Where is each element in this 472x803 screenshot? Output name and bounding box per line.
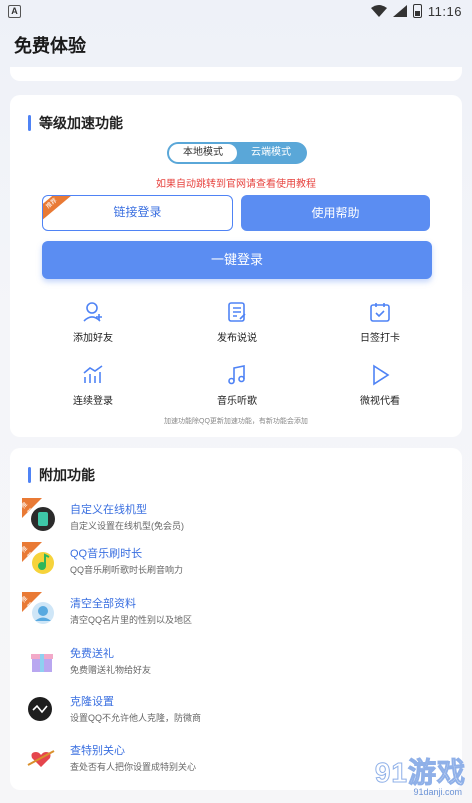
extra-item-custom-model[interactable]: 推荐 自定义在线机型 自定义设置在线机型(免会员) xyxy=(21,498,452,538)
extra-item-free-gift[interactable]: 免费送礼 免费赠送礼物给好友 xyxy=(22,642,452,682)
extra-item-subtitle: 查处否有人把你设置成特别关心 xyxy=(70,762,197,772)
extra-function-card: 附加功能 推荐 自定义在线机型 自定义设置在线机型(免会员) 推荐 QQ音乐刷时… xyxy=(10,448,462,790)
speed-footer-note: 加速功能除QQ更新加速功能，有新功能会添加 xyxy=(164,418,308,425)
video-play-icon xyxy=(373,364,390,386)
daily-checkin-icon xyxy=(370,303,390,322)
recommend-badge: 推荐 xyxy=(21,542,42,562)
recommend-badge: 推荐 xyxy=(21,498,42,518)
grid-item-post-status[interactable]: 发布说说 xyxy=(187,300,287,344)
icon-container: 推荐 xyxy=(21,542,60,580)
grid-item-video[interactable]: 微视代看 xyxy=(330,363,430,407)
site-watermark: 91游戏 91danji.com xyxy=(336,751,466,798)
recommend-badge: 推荐 xyxy=(21,592,42,612)
extra-item-subtitle: 设置QQ不允许他人克隆，防微商 xyxy=(70,713,202,723)
extra-item-subtitle: 免费赠送礼物给好友 xyxy=(70,665,152,675)
grid-item-continuous-login[interactable]: 连续登录 xyxy=(43,363,143,407)
battery-icon xyxy=(412,4,422,18)
icon-container xyxy=(22,739,60,777)
one-click-login-button[interactable]: 一键登录 xyxy=(42,241,432,279)
mode-toggle[interactable]: 本地模式 云端模式 xyxy=(167,142,307,164)
watermark-logo-text: 91游戏 xyxy=(374,757,466,789)
clock: 11:16 xyxy=(427,3,462,19)
app-notification-icon: A xyxy=(8,4,21,18)
local-mode-option[interactable]: 本地模式 xyxy=(169,144,237,162)
grid-label: 添加好友 xyxy=(73,333,113,344)
extra-item-title: 查特别关心 xyxy=(70,745,125,757)
help-button[interactable]: 使用帮助 xyxy=(241,195,430,231)
recommend-ribbon: 推荐 xyxy=(43,196,74,224)
cloud-mode-option[interactable]: 云端模式 xyxy=(237,144,305,162)
status-bar: A 11:16 xyxy=(0,0,472,22)
link-login-button[interactable]: 推荐 链接登录 xyxy=(42,195,233,231)
post-status-icon xyxy=(228,302,246,322)
grid-label: 微视代看 xyxy=(360,396,400,407)
extra-item-subtitle: 清空QQ名片里的性别以及地区 xyxy=(70,615,193,625)
signal-icon xyxy=(392,5,407,17)
music-icon xyxy=(228,365,245,385)
extra-item-title: QQ音乐刷时长 xyxy=(70,548,143,560)
grid-item-add-friend[interactable]: 添加好友 xyxy=(43,300,143,344)
icon-container xyxy=(22,690,60,728)
grid-label: 连续登录 xyxy=(73,396,113,407)
section-accent-bar xyxy=(28,467,31,483)
speed-section-header: 等级加速功能 xyxy=(28,113,123,133)
extra-item-title: 自定义在线机型 xyxy=(70,504,147,516)
grid-label: 音乐听歌 xyxy=(217,396,257,407)
gift-icon xyxy=(31,654,53,672)
icon-container: 推荐 xyxy=(21,498,60,536)
extra-item-subtitle: 自定义设置在线机型(免会员) xyxy=(70,521,184,531)
watermark-url: 91danji.com xyxy=(413,787,462,797)
extra-section-title: 附加功能 xyxy=(39,467,95,483)
grid-item-music[interactable]: 音乐听歌 xyxy=(187,363,287,407)
speed-section-title: 等级加速功能 xyxy=(39,115,123,131)
continuous-login-icon xyxy=(83,365,103,383)
wifi-icon xyxy=(370,5,387,17)
extra-section-header: 附加功能 xyxy=(28,465,95,485)
link-login-label: 链接登录 xyxy=(113,205,162,219)
icon-container xyxy=(22,642,60,680)
extra-item-subtitle: QQ音乐刷听歌时长刷音响力 xyxy=(70,565,184,575)
grid-item-daily-checkin[interactable]: 日签打卡 xyxy=(330,300,430,344)
extra-item-clone-settings[interactable]: 克隆设置 设置QQ不允许他人克隆，防微商 xyxy=(22,690,452,730)
speed-function-card: 等级加速功能 本地模式 云端模式 如果自动跳转到官网请查看使用教程 推荐 链接登… xyxy=(10,95,462,437)
extra-item-clear-profile[interactable]: 推荐 清空全部资料 清空QQ名片里的性别以及地区 xyxy=(21,592,452,632)
previous-card-edge xyxy=(10,67,462,81)
extra-item-title: 免费送礼 xyxy=(70,648,114,660)
heart-arrow-icon xyxy=(27,750,55,767)
clone-icon xyxy=(28,697,52,721)
extra-item-title: 克隆设置 xyxy=(70,696,114,708)
page-title: 免费体验 xyxy=(14,36,86,56)
extra-item-title: 清空全部资料 xyxy=(70,598,136,610)
icon-container: 推荐 xyxy=(21,592,60,630)
redirect-notice: 如果自动跳转到官网请查看使用教程 xyxy=(156,179,316,190)
grid-label: 发布说说 xyxy=(217,333,257,344)
add-friend-icon xyxy=(83,302,102,322)
extra-item-qq-music[interactable]: 推荐 QQ音乐刷时长 QQ音乐刷听歌时长刷音响力 xyxy=(21,542,452,582)
section-accent-bar xyxy=(28,115,31,131)
grid-label: 日签打卡 xyxy=(360,333,400,344)
